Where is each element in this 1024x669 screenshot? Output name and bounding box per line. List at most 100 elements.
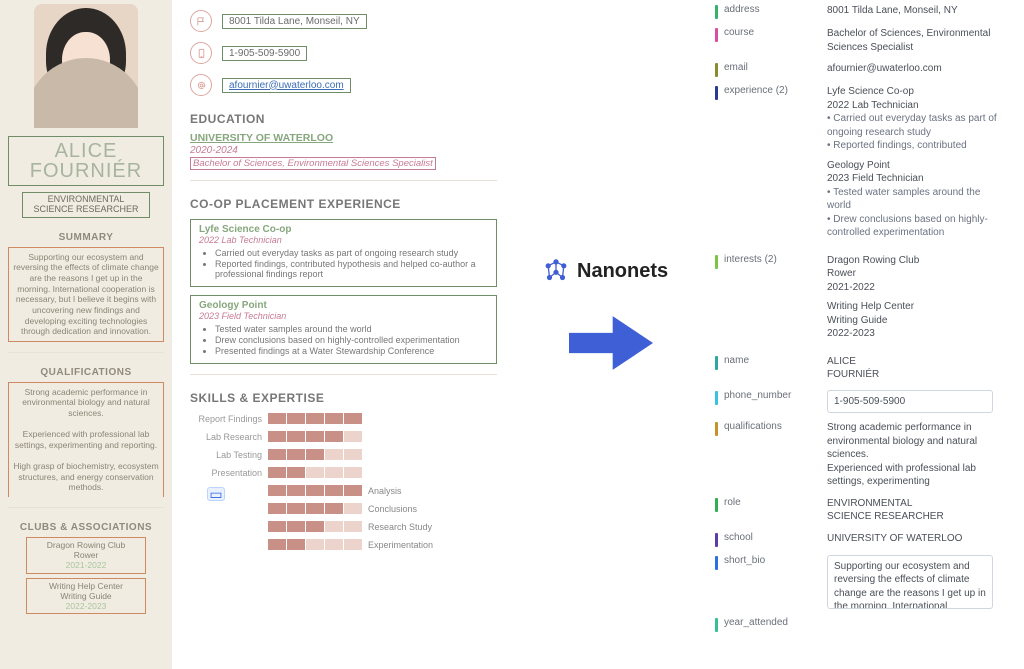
field-key: address: [724, 4, 760, 15]
field-key: experience (2): [724, 85, 788, 96]
field-value[interactable]: 1-905-509-5900: [827, 390, 993, 414]
field-key: phone_number: [724, 390, 791, 401]
qual-p2: Experienced with professional lab settin…: [13, 429, 159, 450]
field-row-interests: interests (2) Dragon Rowing Club Rower 2…: [715, 254, 1014, 347]
field-value[interactable]: ALICE FOURNIÉR: [827, 355, 997, 382]
qualifications-text: Strong academic performance in environme…: [8, 382, 164, 497]
field-value[interactable]: Bachelor of Sciences, Environmental Scie…: [827, 27, 997, 54]
field-key: email: [724, 62, 748, 73]
club2-years: 2022-2023: [31, 601, 141, 611]
skill-row: Presentation: [190, 465, 497, 480]
field-key: school: [724, 532, 753, 543]
at-icon: [190, 74, 212, 96]
field-key: short_bio: [724, 555, 765, 566]
id-card-icon[interactable]: ▭: [207, 487, 225, 501]
field-value[interactable]: Strong academic performance in environme…: [827, 421, 997, 489]
exp2-bullet: Presented findings at a Water Stewardshi…: [215, 346, 488, 356]
skill-row: Research Study: [190, 519, 497, 534]
interest-role: Writing Guide: [827, 314, 997, 328]
exp1-bullet: Reported findings, contributed hypothesi…: [215, 259, 488, 279]
role-box: ENVIRONMENTAL SCIENCE RESEARCHER: [22, 192, 150, 218]
skill-label: Lab Research: [190, 432, 268, 442]
skills-heading: SKILLS & EXPERTISE: [190, 391, 497, 405]
center-column: Nanonets: [515, 0, 715, 669]
role-line: SCIENCE RESEARCHER: [827, 510, 997, 524]
field-key: name: [724, 355, 749, 366]
name-box: ALICE FOURNIÉR: [8, 136, 164, 186]
skill-label: Experimentation: [362, 540, 433, 550]
club-box-1: Dragon Rowing Club Rower 2021-2022: [26, 537, 146, 574]
club1-name: Dragon Rowing Club: [31, 540, 141, 550]
field-value[interactable]: Dragon Rowing Club Rower 2021-2022 Writi…: [827, 254, 997, 347]
skill-row: Report Findings: [190, 411, 497, 426]
contact-address: 8001 Tilda Lane, Monseil, NY: [222, 14, 367, 29]
field-row-phone: phone_number 1-905-509-5900: [715, 390, 1014, 414]
contact-phone-row: 1-905-509-5900: [190, 42, 497, 64]
field-value[interactable]: Supporting our ecosystem and reversing t…: [827, 555, 993, 609]
skill-label: Research Study: [362, 522, 432, 532]
field-key: qualifications: [724, 421, 782, 432]
field-row-email: email afournier@uwaterloo.com: [715, 62, 1014, 77]
skill-label: Conclusions: [362, 504, 417, 514]
field-row-address: address 8001 Tilda Lane, Monseil, NY: [715, 4, 1014, 19]
contact-email[interactable]: afournier@uwaterloo.com: [222, 78, 351, 93]
exp1-title: Lyfe Science Co-op: [199, 224, 488, 235]
contact-phone: 1-905-509-5900: [222, 46, 307, 61]
arrow-right-icon: [569, 308, 653, 381]
divider: [190, 180, 497, 181]
exp-bullet: • Drew conclusions based on highly-contr…: [827, 213, 997, 240]
first-name: ALICE: [11, 141, 161, 161]
field-key: year_attended: [724, 617, 788, 628]
field-row-experience: experience (2) Lyfe Science Co-op 2022 L…: [715, 85, 1014, 246]
field-value[interactable]: 8001 Tilda Lane, Monseil, NY: [827, 4, 997, 19]
qual-line: Strong academic performance in environme…: [827, 421, 997, 462]
qualifications-heading: QUALIFICATIONS: [8, 367, 164, 378]
avatar-wrap: [8, 0, 164, 128]
club1-years: 2021-2022: [31, 560, 141, 570]
qual-line: Experienced with professional lab settin…: [827, 462, 997, 489]
skill-label: Lab Testing: [190, 450, 268, 460]
divider: [8, 352, 164, 353]
club2-role: Writing Guide: [31, 591, 141, 601]
summary-heading: SUMMARY: [8, 232, 164, 243]
exp2-bullet: Drew conclusions based on highly-control…: [215, 335, 488, 345]
field-key: course: [724, 27, 754, 38]
last-name: FOURNIÉR: [11, 161, 161, 181]
qual-p3: High grasp of biochemistry, ecosystem st…: [13, 461, 159, 493]
field-value[interactable]: afournier@uwaterloo.com: [827, 62, 997, 77]
clubs-heading: CLUBS & ASSOCIATIONS: [8, 522, 164, 533]
field-value[interactable]: ENVIRONMENTAL SCIENCE RESEARCHER: [827, 497, 997, 524]
contact-address-row: 8001 Tilda Lane, Monseil, NY: [190, 10, 497, 32]
field-value[interactable]: UNIVERSITY OF WATERLOO: [827, 532, 997, 547]
exp2-bullet: Tested water samples around the world: [215, 324, 488, 334]
field-value[interactable]: [827, 617, 997, 632]
coop-heading: CO-OP PLACEMENT EXPERIENCE: [190, 197, 497, 211]
experience-block-2: Geology Point 2023 Field Technician Test…: [190, 295, 497, 364]
field-row-school: school UNIVERSITY OF WATERLOO: [715, 532, 1014, 547]
role-line2: SCIENCE RESEARCHER: [27, 205, 145, 215]
exp-title: Lyfe Science Co-op: [827, 85, 997, 99]
exp-position: 2022 Lab Technician: [827, 99, 997, 113]
interest-title: Writing Help Center: [827, 300, 997, 314]
skill-label: Report Findings: [190, 414, 268, 424]
interest-role: Rower: [827, 267, 997, 281]
education-heading: EDUCATION: [190, 112, 497, 126]
qual-p1: Strong academic performance in environme…: [13, 387, 159, 419]
exp1-bullet: Carried out everyday tasks as part of on…: [215, 248, 488, 258]
contact-email-row: afournier@uwaterloo.com: [190, 74, 497, 96]
field-key: interests (2): [724, 254, 777, 265]
interest-title: Dragon Rowing Club: [827, 254, 997, 268]
education-years: 2020-2024: [190, 145, 497, 156]
interest-years: 2022-2023: [827, 327, 997, 341]
avatar: [34, 4, 138, 128]
skills-chart: Report Findings Lab Research Lab Testing…: [190, 411, 497, 552]
field-value[interactable]: Lyfe Science Co-op 2022 Lab Technician •…: [827, 85, 997, 246]
experience-block-1: Lyfe Science Co-op 2022 Lab Technician C…: [190, 219, 497, 287]
skill-row: Lab Testing: [190, 447, 497, 462]
skill-row: Analysis: [190, 483, 497, 498]
resume-main: 8001 Tilda Lane, Monseil, NY 1-905-509-5…: [172, 0, 515, 669]
flag-icon: [190, 10, 212, 32]
education-school: UNIVERSITY OF WATERLOO: [190, 132, 497, 144]
role-line: ENVIRONMENTAL: [827, 497, 997, 511]
club-box-2: Writing Help Center Writing Guide 2022-2…: [26, 578, 146, 615]
